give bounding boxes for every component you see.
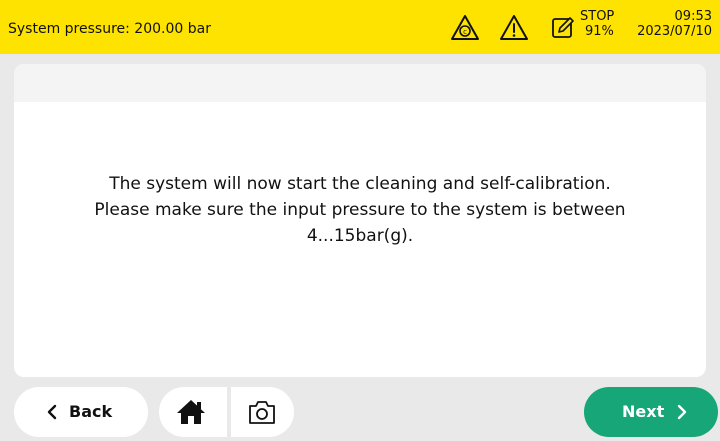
svg-text:c: c [463,28,467,36]
stop-status: STOP 91% [580,9,614,39]
screenshot-button[interactable] [231,387,294,437]
edit-icon[interactable] [548,13,578,43]
clock: 09:53 2023/07/10 [637,9,712,39]
dialog-panel: The system will now start the cleaning a… [14,64,706,377]
next-button[interactable]: Next [584,387,718,437]
warning-icon[interactable] [499,13,529,43]
stop-label: STOP [580,9,615,24]
back-button[interactable]: Back [14,387,148,437]
message-line-2: Please make sure the input pressure to t… [94,200,626,220]
message-line-3: 4...15bar(g). [306,226,414,246]
stop-percent: 91% [585,24,614,39]
home-icon [177,400,205,424]
date-text: 2023/07/10 [637,24,712,39]
calibration-warning-icon[interactable]: c [450,13,480,43]
status-bar: System pressure: 200.00 bar c STOP 91% 0… [0,0,720,54]
system-pressure-text: System pressure: 200.00 bar [8,21,211,37]
chevron-right-icon [677,404,687,420]
panel-header [14,64,706,102]
home-button[interactable] [159,387,227,437]
next-label: Next [622,402,665,421]
chevron-left-icon [47,404,57,420]
dialog-message: The system will now start the cleaning a… [34,171,686,249]
message-line-1: The system will now start the cleaning a… [109,174,611,194]
camera-icon [249,401,275,424]
back-label: Back [69,402,113,421]
time-text: 09:53 [674,9,712,24]
